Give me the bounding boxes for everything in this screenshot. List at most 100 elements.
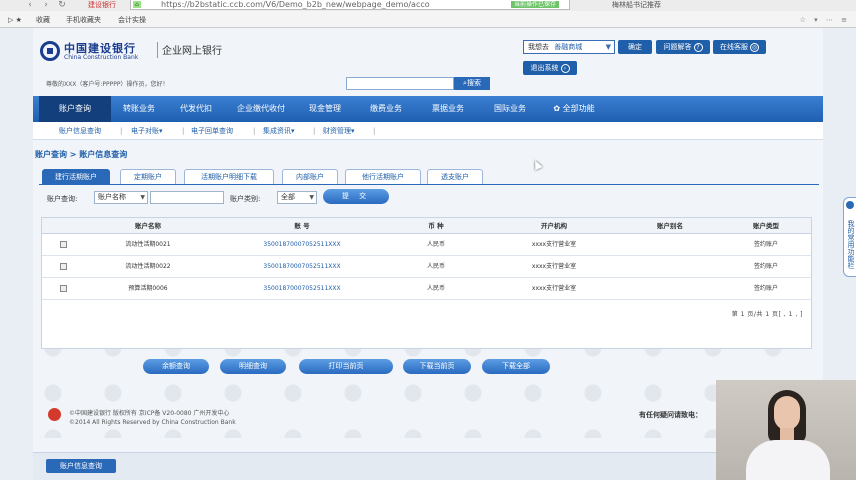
subnav-info[interactable]: 集成资讯▾ bbox=[263, 122, 295, 140]
main-nav: 账户查询 转账业务 代发代扣 企业缴代收付 现金管理 缴费业务 票据业务 国际业… bbox=[33, 96, 823, 122]
cell-branch: xxxx支行营业室 bbox=[531, 263, 577, 270]
forward-icon[interactable]: › bbox=[40, 0, 52, 10]
nav-notes[interactable]: 票据业务 bbox=[419, 96, 477, 122]
account-type-value: 全部 bbox=[281, 193, 295, 201]
ccb-logo-icon bbox=[40, 41, 60, 61]
print-page-button[interactable]: 打印当前页 bbox=[299, 359, 393, 374]
subnav-divider: | bbox=[120, 127, 123, 135]
subnav-divider: | bbox=[313, 127, 316, 135]
cell-account-number[interactable]: 35001870007052511XXX bbox=[252, 278, 352, 300]
cell-branch: xxxx支行营业室 bbox=[531, 285, 577, 292]
logo-divider bbox=[157, 42, 158, 58]
cell-account-type: 签约账户 bbox=[753, 241, 778, 248]
bookmark-accounting[interactable]: 会计实操 bbox=[118, 12, 146, 28]
logout-button[interactable]: 退出系统 › bbox=[523, 61, 577, 75]
tab-fixed[interactable]: 定期账户 bbox=[120, 169, 176, 184]
side-tab-label: 我的常用功能栏 bbox=[847, 219, 855, 269]
cell-account-number[interactable]: 35001870007052511XXX bbox=[252, 256, 352, 278]
chevron-down-icon: ▼ bbox=[140, 194, 145, 201]
confirm-button[interactable]: 确定 bbox=[618, 40, 652, 54]
pagination[interactable]: 第 1 页/共 1 页[ , 1 , ] bbox=[732, 309, 803, 318]
gear-icon: ✿ bbox=[553, 104, 563, 113]
cell-account-name: 流动性活期0021 bbox=[125, 241, 171, 248]
row-checkbox[interactable] bbox=[60, 241, 67, 248]
breadcrumb: 账户查询 > 账户信息查询 bbox=[35, 150, 128, 159]
tab-overdraft[interactable]: 透支账户 bbox=[427, 169, 483, 184]
bookmarks-label[interactable]: 收藏 bbox=[36, 12, 50, 28]
search-label: 搜索 bbox=[466, 79, 481, 87]
subnav-receipt[interactable]: 电子回单查询 bbox=[191, 122, 233, 140]
browser-tools-icon[interactable]: ☆ ▾ ⋯ ≡ bbox=[800, 12, 850, 28]
submit-button[interactable]: 提 交 bbox=[323, 189, 389, 204]
nav-bill-payment[interactable]: 缴费业务 bbox=[357, 96, 415, 122]
footer-copyright: ©中国建设银行 版权所有 京ICP备 V20-0080 广州开发中心 bbox=[69, 410, 230, 417]
nav-account-query[interactable]: 账户查询 bbox=[39, 96, 111, 122]
download-page-button[interactable]: 下载当前页 bbox=[403, 359, 471, 374]
search-input[interactable] bbox=[346, 77, 454, 90]
nav-collection[interactable]: 企业缴代收付 bbox=[225, 96, 297, 122]
tab-detail-download[interactable]: 活期账户明细下载 bbox=[184, 169, 274, 184]
browser-tab[interactable]: 建设银行 bbox=[80, 0, 124, 10]
tab-other-bank[interactable]: 他行活期账户 bbox=[345, 169, 421, 184]
account-query-select[interactable]: 账户名称 ▼ bbox=[94, 191, 148, 204]
online-service-button[interactable]: 在线客服 ◎ bbox=[713, 40, 766, 54]
browser-chrome: ‹ › ↻ 建设银行 ⌂ https://b2bstatic.ccb.com/V… bbox=[0, 0, 856, 28]
cell-account-type: 签约账户 bbox=[753, 263, 778, 270]
page-header: 中国建设银行 China Construction Bank 企业网上银行 我想… bbox=[33, 28, 823, 75]
bottom-tab-account-info[interactable]: 账户信息查询 bbox=[46, 459, 116, 473]
address-bar[interactable]: ⌂ https://b2bstatic.ccb.com/V6/Demo_b2b_… bbox=[130, 0, 570, 10]
bookmark-star-icon[interactable]: ▷ ★ bbox=[8, 12, 22, 28]
cell-account-number[interactable]: 35001870007052511XXX bbox=[252, 234, 352, 256]
account-type-label: 账户类别: bbox=[230, 195, 261, 203]
account-type-select[interactable]: 全部 ▼ bbox=[277, 191, 317, 204]
url-badge: 当前操作已保存 bbox=[510, 1, 559, 8]
nav-cash-management[interactable]: 现金管理 bbox=[297, 96, 353, 122]
cell-currency: 人民币 bbox=[426, 241, 445, 248]
subnav-divider: | bbox=[253, 127, 256, 135]
subnav-statement[interactable]: 电子对账▾ bbox=[131, 122, 163, 140]
arrow-right-icon: › bbox=[560, 63, 570, 73]
detail-query-button[interactable]: 明细查询 bbox=[220, 359, 286, 374]
nav-transfer[interactable]: 转账业务 bbox=[111, 96, 167, 122]
user-greeting: 尊敬的XXX（客户号:PPPPP）操作员，您好！ bbox=[46, 81, 169, 88]
row-checkbox[interactable] bbox=[60, 285, 67, 292]
chevron-down-icon: ▼ bbox=[309, 194, 314, 201]
row-checkbox[interactable] bbox=[60, 263, 67, 270]
browser-tab-right[interactable]: 梅林船书记推荐 bbox=[612, 0, 661, 10]
favorites-side-tab[interactable]: 我的常用功能栏 bbox=[843, 197, 856, 277]
bookmark-mobile[interactable]: 手机收藏夹 bbox=[66, 12, 101, 28]
help-button[interactable]: 问题解答? bbox=[656, 40, 710, 54]
quick-goto-select[interactable]: 我想去 善融商城 ▼ bbox=[523, 40, 615, 54]
address-row: ‹ › ↻ 建设银行 ⌂ https://b2bstatic.ccb.com/V… bbox=[0, 0, 856, 11]
col-currency: 币 种 bbox=[428, 222, 444, 230]
nav-all-functions[interactable]: ✿ 全部功能 bbox=[541, 96, 607, 122]
reload-icon[interactable]: ↻ bbox=[56, 0, 68, 10]
cell-branch: xxxx支行营业室 bbox=[531, 241, 577, 248]
account-query-input[interactable] bbox=[150, 191, 224, 204]
search-button[interactable]: ⌕搜索 bbox=[454, 77, 490, 90]
bookmarks-bar: ▷ ★ 收藏 手机收藏夹 会计实操 bbox=[0, 12, 856, 28]
tab-ccb-current[interactable]: 建行活期账户 bbox=[42, 169, 110, 184]
table-row[interactable]: 流动性活期0021 35001870007052511XXX 人民币 xxxx支… bbox=[42, 234, 811, 256]
back-icon[interactable]: ‹ bbox=[24, 0, 36, 10]
download-all-button[interactable]: 下载全部 bbox=[482, 359, 550, 374]
col-branch: 开户机构 bbox=[541, 222, 567, 230]
quick-goto-label: 我想去 bbox=[528, 43, 549, 51]
tab-internal[interactable]: 内部账户 bbox=[282, 169, 338, 184]
table-row[interactable]: 预算活期0006 35001870007052511XXX 人民币 xxxx支行… bbox=[42, 278, 811, 300]
sub-nav: 账户信息查询 | 电子对账▾ | 电子回单查询 | 集成资讯▾ | 财资管理▾ … bbox=[33, 122, 823, 140]
table-row[interactable]: 流动性活期0022 35001870007052511XXX 人民币 xxxx支… bbox=[42, 256, 811, 278]
subnav-treasury[interactable]: 财资管理▾ bbox=[323, 122, 355, 140]
balance-query-button[interactable]: 余额查询 bbox=[143, 359, 209, 374]
url-text: https://b2bstatic.ccb.com/V6/Demo_b2b_ne… bbox=[161, 0, 430, 9]
chevron-down-icon: ▼ bbox=[605, 43, 611, 51]
tabs-underline bbox=[39, 184, 819, 185]
nav-international[interactable]: 国际业务 bbox=[481, 96, 539, 122]
subnav-account-info[interactable]: 账户信息查询 bbox=[59, 122, 101, 140]
cell-account-name: 流动性活期0022 bbox=[125, 263, 171, 270]
logout-label: 退出系统 bbox=[530, 64, 559, 72]
bank-page: 中国建设银行 China Construction Bank 企业网上银行 我想… bbox=[33, 28, 823, 480]
star-icon bbox=[846, 201, 854, 209]
bottom-bar: 账户信息查询 bbox=[33, 452, 823, 480]
nav-payroll[interactable]: 代发代扣 bbox=[167, 96, 225, 122]
